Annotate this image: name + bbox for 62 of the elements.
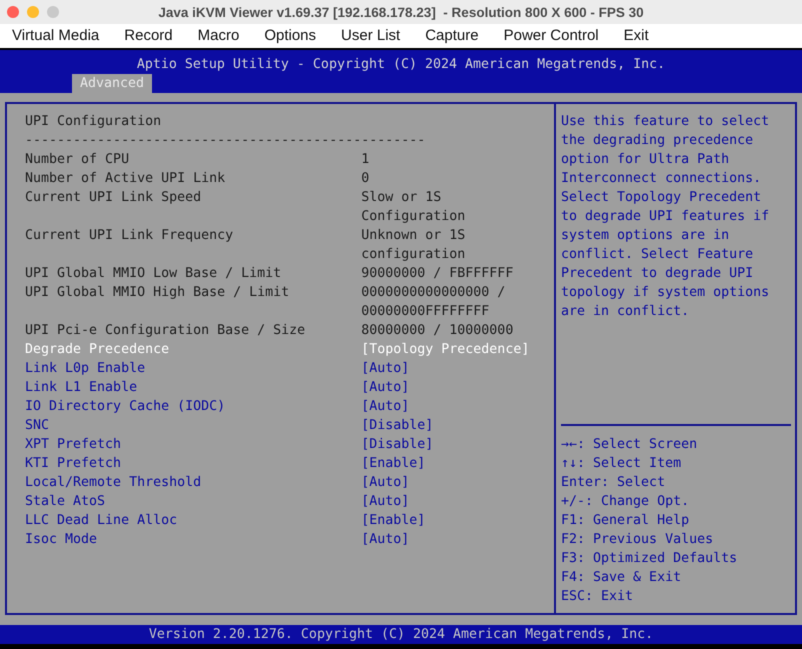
setting-label[interactable]: KTI Prefetch	[25, 454, 362, 473]
setting-value[interactable]: [Auto]	[361, 530, 530, 549]
section-title: UPI Configuration	[25, 113, 162, 131]
setting-label[interactable]: XPT Prefetch	[25, 435, 362, 454]
setting-value[interactable]: [Topology Precedence]	[361, 340, 530, 359]
setting-label[interactable]: Local/Remote Threshold	[25, 473, 362, 492]
menu-item[interactable]: Record	[112, 25, 186, 47]
setting-value[interactable]: [Auto]	[361, 473, 530, 492]
info-label: Current UPI Link Frequency	[25, 227, 234, 245]
key-hint: F2: Previous Values	[561, 531, 714, 549]
maximize-icon	[47, 6, 59, 18]
close-icon[interactable]	[7, 6, 19, 18]
setting-label[interactable]: LLC Dead Line Alloc	[25, 511, 362, 530]
setting-value[interactable]: [Disable]	[361, 435, 530, 454]
info-label: Number of CPU	[25, 151, 130, 169]
menu-item[interactable]: Macro	[186, 25, 252, 47]
setting-label[interactable]: Link L1 Enable	[25, 378, 362, 397]
window-title: Java iKVM Viewer v1.69.37 [192.168.178.23] - Resolution 800 X 600 - FPS 30	[158, 4, 644, 20]
menu-item[interactable]: Options	[252, 25, 330, 47]
key-hint: F1: General Help	[561, 512, 690, 530]
minimize-icon[interactable]	[27, 6, 39, 18]
info-label: UPI Pci-e Configuration Base / Size	[25, 322, 306, 340]
key-hint: +/-: Change Opt.	[561, 493, 690, 511]
info-value: Slow or 1S Configuration	[361, 189, 466, 226]
key-hint: ↑↓: Select Item	[561, 455, 682, 473]
info-label: Number of Active UPI Link	[25, 170, 226, 188]
setting-value[interactable]: [Auto]	[361, 397, 530, 416]
setting-label[interactable]: Link L0p Enable	[25, 359, 362, 378]
menu-item[interactable]: Virtual Media	[0, 25, 112, 47]
key-hint: →←: Select Screen	[561, 436, 698, 454]
key-hint: ESC: Exit	[561, 588, 634, 606]
menu-item[interactable]: Exit	[612, 25, 662, 47]
info-value: 0000000000000000 / 00000000FFFFFFFF	[361, 284, 506, 321]
setting-value[interactable]: [Enable]	[361, 454, 530, 473]
info-value: 1	[361, 151, 370, 169]
info-label: UPI Global MMIO High Base / Limit	[25, 284, 290, 302]
key-hint: F4: Save & Exit	[561, 569, 682, 587]
dashed-separator: --------------------------------------------------	[25, 132, 426, 150]
info-value: Unknown or 1S configuration	[361, 227, 466, 264]
setting-value[interactable]: [Auto]	[361, 492, 530, 511]
setting-label[interactable]: Isoc Mode	[25, 530, 362, 549]
setting-label[interactable]: Stale AtoS	[25, 492, 362, 511]
menu-item[interactable]: Power Control	[492, 25, 612, 47]
menu-item[interactable]: Capture	[413, 25, 492, 47]
setting-label[interactable]: IO Directory Cache (IODC)	[25, 397, 362, 416]
info-value: 90000000 / FBFFFFFF	[361, 265, 514, 283]
key-hint: Enter: Select	[561, 474, 666, 492]
setting-label[interactable]: SNC	[25, 416, 362, 435]
info-label: Current UPI Link Speed	[25, 189, 202, 207]
setting-value[interactable]: [Enable]	[361, 511, 530, 530]
info-label: UPI Global MMIO Low Base / Limit	[25, 265, 282, 283]
bios-footer: Version 2.20.1276. Copyright (C) 2024 American Megatrends, Inc.	[0, 625, 802, 644]
menu-item[interactable]: User List	[329, 25, 414, 47]
setting-value[interactable]: [Auto]	[361, 378, 530, 397]
key-hint: F3: Optimized Defaults	[561, 550, 738, 568]
setting-value[interactable]: [Auto]	[361, 359, 530, 378]
setting-value[interactable]: [Disable]	[361, 416, 530, 435]
setting-label[interactable]: Degrade Precedence	[25, 340, 362, 359]
help-text: Use this feature to select the degrading precedence option for Ultra Path Interconnect connections. Select Topology Precedent to degrade UPI features if system options are in conflict. Select Feature Precedent to degrade UPI topology if system options are in conflict.	[561, 113, 770, 321]
bios-title: Aptio Setup Utility - Copyright (C) 2024 American Megatrends, Inc.	[136, 57, 666, 73]
info-value: 80000000 / 10000000	[361, 322, 514, 340]
info-value: 0	[361, 170, 370, 188]
